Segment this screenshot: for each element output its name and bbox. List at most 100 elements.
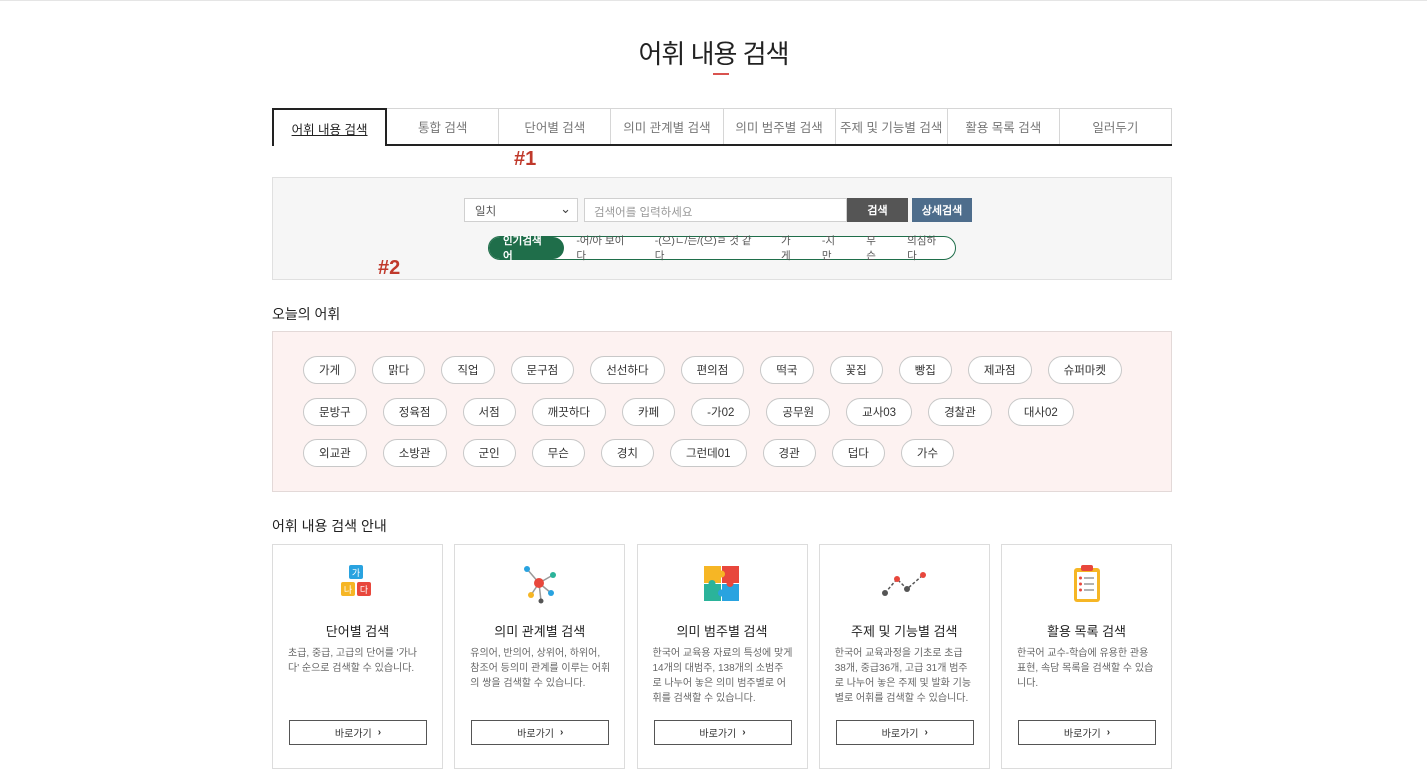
vocab-chip[interactable]: 슈퍼마켓 (1047, 356, 1122, 384)
tab-guide[interactable]: 일러두기 (1059, 108, 1172, 144)
vocab-chip[interactable]: 꽃집 (829, 356, 883, 384)
popular-keyword[interactable]: 가게 (781, 233, 800, 263)
svg-text:가: 가 (351, 568, 359, 579)
goto-button[interactable]: 바로가기 › (653, 720, 792, 745)
popular-keywords-bar: 인기검색어 -어/아 보이다 -(으)ㄴ/는/(으)ㄹ 것 같다 가게 -지만 … (488, 233, 956, 263)
search-input[interactable]: 검색어를 입력하세요 (584, 198, 847, 222)
guide-heading: 어휘 내용 검색 안내 (272, 518, 387, 534)
today-vocab-panel: 가게 맑다 직업 문구점 선선하다 편의점 떡국 꽃집 빵집 제과점 슈퍼마켓 … (272, 331, 1172, 492)
vocab-chip[interactable]: 깨끗하다 (531, 398, 606, 426)
popular-keyword[interactable]: 의심하다 (907, 233, 945, 263)
vocab-chip[interactable]: 경치 (600, 439, 655, 467)
match-type-select[interactable]: 일치 ⌄ (464, 198, 578, 222)
vocab-chip[interactable]: 교사03 (846, 398, 913, 426)
guide-card-word-search: 가 나 다 단어별 검색 초급, 중급, 고급의 단어를 '가나다' 순으로 검… (272, 544, 443, 769)
vocab-chip[interactable]: 제과점 (967, 356, 1032, 384)
popular-keyword[interactable]: 무슨 (866, 233, 885, 263)
tab-integrated-search[interactable]: 통합 검색 (387, 108, 500, 144)
vocab-chip[interactable]: 경찰관 (928, 398, 992, 426)
today-vocab-heading: 오늘의 어휘 (272, 306, 341, 322)
guide-card-semantic-relation: 의미 관계별 검색 유의어, 반의어, 상위어, 하위어, 참조어 등의미 관계… (454, 544, 626, 769)
vocab-chip[interactable]: 대사02 (1007, 398, 1074, 426)
popular-keyword[interactable]: -지만 (822, 233, 844, 263)
tab-word-search[interactable]: 단어별 검색 (499, 108, 612, 144)
card-title: 의미 관계별 검색 (494, 624, 586, 639)
guide-card-semantic-category: 의미 범주별 검색 한국어 교육용 자료의 특성에 맞게 14개의 대범주, 1… (636, 544, 808, 769)
tab-bar: 어휘 내용 검색 통합 검색 단어별 검색 의미 관계별 검색 의미 범주별 검… (272, 108, 1172, 146)
vocab-chip[interactable]: 군인 (462, 439, 516, 467)
vocab-chip[interactable]: 서점 (462, 398, 516, 426)
card-description: 유의어, 반의어, 상위어, 하위어, 참조어 등의미 관계를 이루는 어휘의 … (470, 648, 611, 689)
card-description: 초급, 중급, 고급의 단어를 '가나다' 순으로 검색할 수 있습니다. (288, 648, 417, 674)
network-nodes-icon (455, 563, 624, 605)
vocab-chip[interactable]: 떡국 (760, 356, 814, 384)
vocab-chip[interactable]: 직업 (441, 356, 495, 384)
chip-row-1: 가게 맑다 직업 문구점 선선하다 편의점 떡국 꽃집 빵집 제과점 슈퍼마켓 (303, 356, 1138, 384)
goto-button[interactable]: 바로가기 › (835, 720, 974, 745)
vocab-chip[interactable]: 가게 (303, 356, 357, 384)
popular-keyword[interactable]: -어/아 보이다 (576, 233, 632, 263)
tab-semantic-relation-search[interactable]: 의미 관계별 검색 (611, 108, 724, 144)
card-description: 한국어 교육용 자료의 특성에 맞게 14개의 대범주, 138개의 소범주로 … (652, 648, 793, 704)
card-description: 한국어 교수-학습에 유용한 관용 표현, 속담 목록을 검색할 수 있습니다. (1017, 648, 1154, 689)
select-value: 일치 (475, 206, 497, 218)
card-title: 활용 목록 검색 (1047, 624, 1126, 639)
goto-button-label: 바로가기 (881, 729, 919, 740)
detail-search-button[interactable]: 상세검색 (912, 198, 972, 222)
chevron-right-icon: › (559, 727, 564, 738)
chevron-down-icon: ⌄ (560, 201, 571, 216)
chip-row-3: 외교관 소방관 군인 무슨 경치 그런데01 경관 덥다 가수 (303, 439, 970, 467)
tab-inflection-list-search[interactable]: 활용 목록 검색 (947, 108, 1060, 144)
puzzle-icon (638, 563, 807, 605)
annotation-marker-2: #2 (378, 257, 401, 279)
vocab-chip[interactable]: 그런데01 (670, 439, 747, 467)
card-title: 단어별 검색 (325, 624, 390, 639)
guide-cards: 가 나 다 단어별 검색 초급, 중급, 고급의 단어를 '가나다' 순으로 검… (272, 544, 1172, 769)
page-title: 어휘 내용 검색 (638, 39, 790, 69)
card-title: 주제 및 기능별 검색 (850, 624, 958, 639)
tab-topic-function-search[interactable]: 주제 및 기능별 검색 (835, 108, 948, 144)
vocab-chip[interactable]: 문방구 (303, 398, 367, 426)
vocab-chip[interactable]: 편의점 (680, 356, 745, 384)
goto-button[interactable]: 바로가기 › (1018, 720, 1156, 745)
goto-button-label: 바로가기 (517, 729, 554, 740)
vocab-chip[interactable]: 선선하다 (590, 356, 665, 384)
vocab-chip[interactable]: 소방관 (382, 439, 447, 467)
goto-button-label: 바로가기 (1063, 729, 1101, 740)
chevron-right-icon: › (377, 727, 382, 738)
ganada-blocks-icon: 가 나 다 (273, 563, 442, 605)
clipboard-icon (1002, 563, 1171, 605)
chevron-right-icon: › (1106, 727, 1111, 738)
card-title: 의미 범주별 검색 (676, 624, 768, 639)
guide-card-topic-function: 주제 및 기능별 검색 한국어 교육과정을 기초로 초급 38개, 중급36개,… (818, 544, 990, 769)
title-underline (713, 73, 729, 75)
goto-button[interactable]: 바로가기 › (289, 720, 427, 745)
vocab-chip[interactable]: 문구점 (510, 356, 575, 384)
svg-text:나: 나 (343, 585, 351, 596)
vocab-chip[interactable]: 무슨 (531, 439, 585, 467)
vocab-chip[interactable]: 외교관 (303, 439, 367, 467)
chip-row-2: 문방구 정육점 서점 깨끗하다 카페 -가02 공무원 교사03 경찰관 대사0… (303, 398, 1090, 426)
search-button[interactable]: 검색 (847, 198, 908, 222)
card-description: 한국어 교육과정을 기초로 초급 38개, 중급36개, 고급 31개 범주로 … (834, 648, 972, 704)
popular-keywords-label: 인기검색어 (489, 235, 565, 262)
goto-button-label: 바로가기 (699, 729, 737, 740)
vocab-chip[interactable]: 공무원 (766, 398, 831, 426)
chevron-right-icon: › (924, 727, 928, 738)
vocab-chip[interactable]: 맑다 (372, 356, 426, 384)
annotation-marker-1: #1 (514, 148, 537, 170)
vocab-chip[interactable]: 가수 (900, 439, 955, 467)
top-divider (0, 0, 1427, 1)
tab-semantic-category-search[interactable]: 의미 범주별 검색 (723, 108, 836, 144)
vocab-chip[interactable]: -가02 (691, 398, 751, 426)
popular-keyword[interactable]: -(으)ㄴ/는/(으)ㄹ 것 같다 (655, 233, 759, 263)
vocab-chip[interactable]: 덥다 (831, 439, 885, 467)
vocab-chip[interactable]: 경관 (762, 439, 816, 467)
vocab-chip[interactable]: 빵집 (898, 356, 952, 384)
vocab-chip[interactable]: 카페 (622, 398, 676, 426)
tab-vocab-content-search[interactable]: 어휘 내용 검색 (272, 108, 388, 146)
chevron-right-icon: › (742, 727, 746, 738)
vocab-chip[interactable]: 정육점 (382, 398, 447, 426)
goto-button[interactable]: 바로가기 › (471, 720, 610, 745)
svg-text:다: 다 (359, 585, 368, 596)
